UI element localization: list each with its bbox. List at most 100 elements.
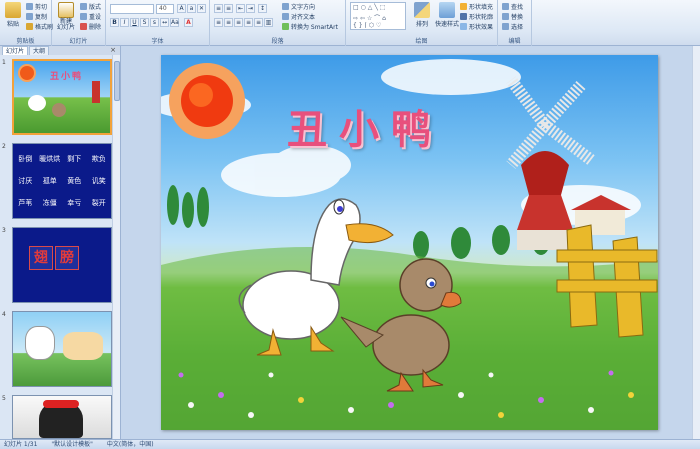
slide-thumbnail-2[interactable]: 2 卧倒 暖烘烘 剩下 欺负 讨厌 孤单 黄色 讥笑 芦苇 冻僵 幸亏 裂开: [2, 143, 112, 221]
align-center-button[interactable]: ≡: [224, 18, 233, 27]
cut-button[interactable]: 剪切: [26, 2, 47, 11]
new-slide-button[interactable]: 新建 幻灯片: [54, 2, 78, 31]
vocab-word: 芦苇: [18, 199, 33, 207]
sheep-icon: [25, 326, 55, 360]
copy-icon: [26, 13, 33, 20]
slide-number: 4: [2, 311, 6, 318]
shape-outline-button[interactable]: 形状轮廓: [460, 12, 493, 21]
vocab-word: 孤单: [42, 177, 57, 185]
vocab-word: 讥笑: [91, 177, 106, 185]
char-spacing-button[interactable]: ↔: [160, 18, 169, 27]
align-text-icon: [282, 13, 289, 20]
slide-panel: 幻灯片 大纲 × 1 丑小鸭 2 卧倒 暖烘烘 剩下 欺负 讨厌 孤单 黄色 讥…: [0, 46, 121, 439]
slide-number: 5: [2, 395, 6, 402]
align-right-button[interactable]: ≡: [234, 18, 243, 27]
slide-scrollbar[interactable]: [692, 46, 700, 439]
cursor-icon: [502, 23, 509, 30]
delete-slide-button[interactable]: 删除: [80, 22, 101, 31]
vocab-word: 幸亏: [67, 199, 82, 207]
vocab-word: 冻僵: [42, 199, 57, 207]
copy-button[interactable]: 复制: [26, 12, 47, 21]
paint-bucket-icon: [460, 3, 467, 10]
vocab-word: 暖烘烘: [39, 155, 61, 163]
sun-icon: [20, 66, 34, 80]
panel-scrollbar[interactable]: [112, 55, 120, 439]
align-left-button[interactable]: ≡: [214, 18, 223, 27]
shapes-gallery[interactable]: □ ○ △ ╲ ⬚ ⇨ ⇦ ☆ ⌒ ⌂ { } ⌈ ⬡ ♡: [350, 2, 406, 30]
bold-button[interactable]: B: [110, 18, 119, 27]
slide-editor: 丑小鸭: [121, 46, 700, 439]
arrange-button[interactable]: 排列: [410, 2, 434, 28]
drawing-label: 绘图: [415, 38, 428, 45]
font-size-combo[interactable]: 40: [156, 4, 174, 14]
close-icon[interactable]: ×: [110, 46, 116, 55]
thumbnail-image: 丑小鸭: [12, 59, 112, 135]
numbering-button[interactable]: ≡: [224, 4, 233, 13]
tab-slides[interactable]: 幻灯片: [2, 46, 29, 55]
slide-thumbnail-3[interactable]: 3 翅 膀: [2, 227, 112, 305]
smartart-button[interactable]: 转换为 SmartArt: [282, 22, 338, 31]
slide-counter: 幻灯片 1/31: [4, 441, 38, 448]
paragraph-group: ≡ ≡ ⇤ ⇥ ↕ ≡ ≡ ≡ ≡ ≡ ▥ 文字方向 对齐文本 转换为 Smar…: [210, 0, 346, 46]
select-button[interactable]: 选择: [502, 22, 523, 31]
quick-styles-button[interactable]: 快速样式: [434, 2, 460, 28]
paste-button[interactable]: 粘贴: [1, 2, 25, 28]
font-name-combo[interactable]: [110, 4, 154, 14]
rectangle-shape-icon: □ ○ △ ╲ ⬚: [353, 4, 386, 11]
change-case-button[interactable]: Aa: [170, 18, 179, 27]
slide-thumbnail-1[interactable]: 1 丑小鸭: [2, 59, 112, 137]
character-boxes: 翅 膀: [29, 246, 79, 270]
drawing-group: □ ○ △ ╲ ⬚ ⇨ ⇦ ☆ ⌒ ⌂ { } ⌈ ⬡ ♡ 排列 快速样式 形状…: [346, 0, 498, 46]
slide-thumbnail-5[interactable]: 5: [2, 395, 112, 439]
text-direction-icon: [282, 3, 289, 10]
underline-button[interactable]: U: [130, 18, 139, 27]
editing-label: 编辑: [508, 38, 521, 45]
grow-font-button[interactable]: A: [177, 4, 186, 13]
status-bar: 幻灯片 1/31 "默认设计模板" 中文(简体，中国): [0, 439, 700, 449]
vocab-word: 裂开: [91, 199, 106, 207]
font-label: 字体: [151, 38, 164, 45]
slide-thumbnail-4[interactable]: 4: [2, 311, 112, 389]
align-text-button[interactable]: 对齐文本: [282, 12, 315, 21]
windmill-icon: [92, 81, 100, 103]
text-direction-button[interactable]: 文字方向: [282, 2, 315, 11]
tab-outline[interactable]: 大纲: [29, 46, 50, 55]
columns-button[interactable]: ▥: [264, 18, 273, 27]
duck-icon: [28, 95, 46, 111]
justify-button[interactable]: ≡: [244, 18, 253, 27]
paragraph-label: 段落: [271, 38, 284, 45]
vocab-word: 黄色: [67, 177, 82, 185]
scroll-thumb[interactable]: [114, 61, 120, 101]
language-indicator: 中文(简体，中国): [106, 441, 154, 448]
strikethrough-button[interactable]: S: [140, 18, 149, 27]
thumbnail-image: [12, 311, 112, 387]
italic-button[interactable]: I: [120, 18, 129, 27]
vocab-grid: 卧倒 暖烘烘 剩下 欺负 讨厌 孤单 黄色 讥笑 芦苇 冻僵 幸亏 裂开: [13, 154, 111, 208]
slide-number: 2: [2, 143, 6, 150]
shadow-button[interactable]: s: [150, 18, 159, 27]
decrease-indent-button[interactable]: ⇤: [236, 4, 245, 13]
reset-button[interactable]: 重设: [80, 12, 101, 21]
theme-name: "默认设计模板": [51, 441, 93, 448]
layout-button[interactable]: 版式: [80, 2, 101, 11]
font-color-button[interactable]: A: [184, 18, 193, 27]
shape-effects-button[interactable]: 形状效果: [460, 22, 493, 31]
layout-icon: [80, 3, 87, 10]
find-button[interactable]: 查找: [502, 2, 523, 11]
reset-icon: [80, 13, 87, 20]
format-painter-button[interactable]: 格式刷: [26, 22, 53, 31]
thumb-title: 丑小鸭: [50, 72, 84, 82]
replace-button[interactable]: 替换: [502, 12, 523, 21]
bullets-button[interactable]: ≡: [214, 4, 223, 13]
clear-format-button[interactable]: ✕: [197, 4, 206, 13]
shrink-font-button[interactable]: a: [187, 4, 196, 13]
slide-canvas[interactable]: 丑小鸭: [161, 55, 658, 430]
shape-fill-button[interactable]: 形状填充: [460, 2, 493, 11]
paste-icon: [5, 2, 21, 18]
line-spacing-button[interactable]: ↕: [258, 4, 267, 13]
increase-indent-button[interactable]: ⇥: [246, 4, 255, 13]
arrange-icon: [414, 2, 430, 18]
slide-title[interactable]: 丑小鸭: [287, 97, 443, 155]
editing-group: 查找 替换 选择 编辑: [498, 0, 532, 46]
distributed-button[interactable]: ≡: [254, 18, 263, 27]
